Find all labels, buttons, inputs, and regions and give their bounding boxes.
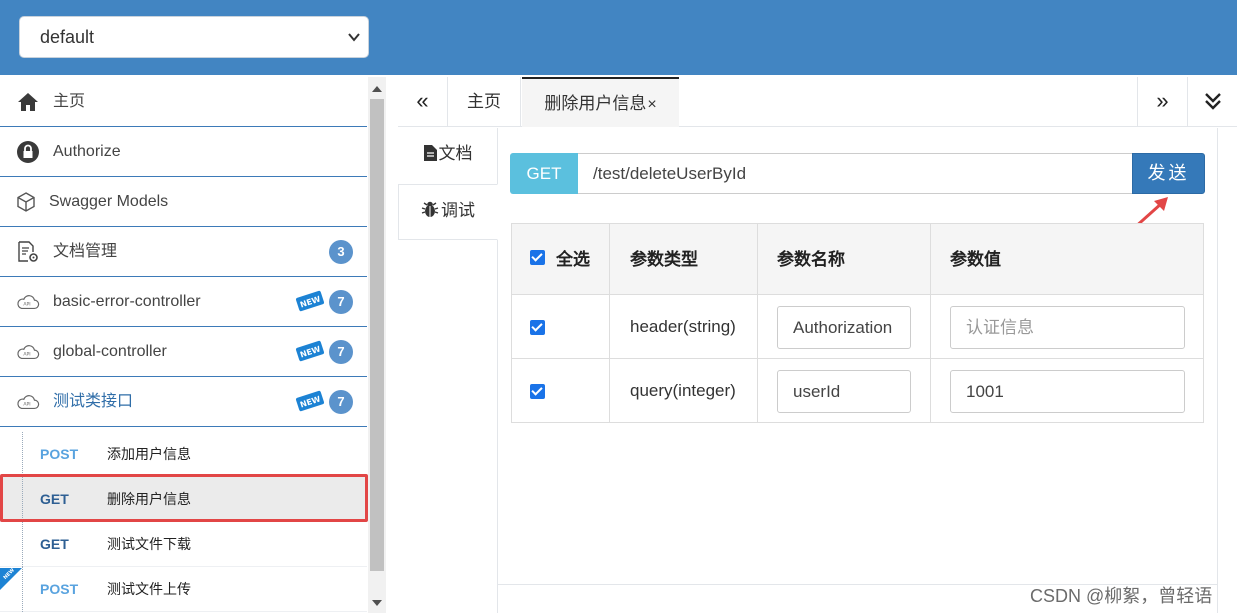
watermark: CSDN @柳絮，曾轻语 xyxy=(1030,586,1213,606)
count-badge: 7 xyxy=(329,390,353,414)
tab-menu-button[interactable] xyxy=(1187,77,1237,127)
params-table: 全选 参数类型 参数名称 参数值 header(string) Authoriz… xyxy=(511,223,1204,423)
row-checkbox[interactable] xyxy=(530,384,545,399)
tab-doc[interactable]: 文档 xyxy=(398,128,498,184)
request-method-badge: GET xyxy=(510,153,578,194)
group-select-value: default xyxy=(40,27,95,47)
tab-label: 删除用户信息 xyxy=(544,94,647,113)
method-label: GET xyxy=(40,536,69,552)
sidebar-item-home[interactable]: 主页 xyxy=(0,77,367,127)
tab-bar: « 主页 删除用户信息× » xyxy=(398,77,1237,127)
lock-icon xyxy=(16,140,40,164)
tab-home[interactable]: 主页 xyxy=(448,77,521,127)
tab-delete-user[interactable]: 删除用户信息× xyxy=(522,77,679,127)
new-badge-icon: NEW xyxy=(295,388,325,414)
sidebar-scrollbar[interactable] xyxy=(368,77,386,613)
param-type: header(string) xyxy=(630,317,736,336)
table-header: 全选 参数类型 参数名称 参数值 xyxy=(512,224,1203,295)
row-checkbox[interactable] xyxy=(530,320,545,335)
sidebar-item-label: Authorize xyxy=(53,143,121,160)
bug-icon xyxy=(421,187,439,239)
header-param-value: 参数值 xyxy=(950,250,1001,269)
sidebar-item-doc-management[interactable]: 文档管理 3 xyxy=(0,227,367,277)
new-badge-icon: NEW xyxy=(295,288,325,314)
count-badge: 7 xyxy=(329,340,353,364)
home-icon xyxy=(16,90,40,114)
sidebar: 主页 Authorize Swagger Models 文档管理 3 API b… xyxy=(0,77,386,613)
new-badge-icon: NEW xyxy=(295,338,325,364)
cloud-api-icon: API xyxy=(16,340,40,364)
param-name-input[interactable]: userId xyxy=(777,370,911,413)
sidebar-item-test-interface[interactable]: API 测试类接口 NEW 7 xyxy=(0,377,367,427)
sidebar-item-swagger-models[interactable]: Swagger Models xyxy=(0,177,367,227)
sidebar-item-label: 文档管理 xyxy=(53,243,118,260)
send-button[interactable]: 发送 xyxy=(1132,153,1205,194)
scrollbar-thumb[interactable] xyxy=(370,99,384,571)
api-item-add-user[interactable]: POST 添加用户信息 xyxy=(0,432,367,477)
cloud-api-icon: API xyxy=(16,390,40,414)
tab-label: 调试 xyxy=(441,201,475,220)
count-badge: 3 xyxy=(329,240,353,264)
method-label: POST xyxy=(40,446,79,462)
param-name-input[interactable]: Authorization xyxy=(777,306,911,349)
count-badge: 7 xyxy=(329,290,353,314)
header-param-name: 参数名称 xyxy=(777,250,845,269)
group-select[interactable]: default xyxy=(19,16,369,58)
sidebar-item-label: 测试类接口 xyxy=(53,393,134,410)
api-item-download-file[interactable]: GET 测试文件下载 xyxy=(0,522,367,567)
param-value-input[interactable]: 认证信息 xyxy=(950,306,1185,349)
chevron-down-icon xyxy=(348,17,360,72)
table-row: header(string) Authorization 认证信息 xyxy=(512,295,1203,359)
tab-label: 文档 xyxy=(438,144,473,163)
method-label: POST xyxy=(40,581,79,597)
api-name: 添加用户信息 xyxy=(107,446,191,462)
select-all-checkbox[interactable] xyxy=(530,250,545,265)
svg-text:API: API xyxy=(23,352,30,358)
file-icon xyxy=(423,130,437,182)
double-chevron-down-icon xyxy=(1203,88,1223,113)
table-row: query(integer) userId 1001 xyxy=(512,359,1203,423)
sidebar-item-authorize[interactable]: Authorize xyxy=(0,127,367,177)
param-value-input[interactable]: 1001 xyxy=(950,370,1185,413)
doc-debug-tabs: 文档 调试 xyxy=(398,128,498,613)
scroll-down-icon[interactable] xyxy=(372,600,382,606)
sidebar-item-basic-error-controller[interactable]: API basic-error-controller NEW 7 xyxy=(0,277,367,327)
api-name: 测试文件下载 xyxy=(107,536,191,552)
api-name: 测试文件上传 xyxy=(107,581,191,597)
tab-scroll-right-button[interactable]: » xyxy=(1137,77,1187,127)
svg-text:API: API xyxy=(23,302,30,308)
sidebar-item-label: 主页 xyxy=(53,93,86,110)
close-icon[interactable]: × xyxy=(647,96,656,113)
sidebar-item-global-controller[interactable]: API global-controller NEW 7 xyxy=(0,327,367,377)
tab-label: 主页 xyxy=(467,92,501,111)
header-select-all: 全选 xyxy=(556,250,590,269)
scroll-up-icon[interactable] xyxy=(372,86,382,92)
top-bar: default xyxy=(0,0,1237,75)
tab-scroll-left-button[interactable]: « xyxy=(398,77,448,127)
api-item-upload-file[interactable]: POST 测试文件上传 xyxy=(0,567,367,612)
selection-highlight-box xyxy=(0,474,368,522)
document-gear-icon xyxy=(16,240,40,264)
new-corner-icon: NEW xyxy=(0,567,22,590)
url-input[interactable]: /test/deleteUserById xyxy=(578,153,1133,194)
tab-debug[interactable]: 调试 xyxy=(398,184,498,240)
cube-icon xyxy=(14,190,38,214)
cloud-api-icon: API xyxy=(16,290,40,314)
sidebar-item-label: basic-error-controller xyxy=(53,293,201,310)
svg-text:API: API xyxy=(23,402,30,408)
header-param-type: 参数类型 xyxy=(630,250,698,269)
param-type: query(integer) xyxy=(630,381,736,400)
sidebar-item-label: global-controller xyxy=(53,343,167,360)
sidebar-item-label: Swagger Models xyxy=(49,193,169,210)
